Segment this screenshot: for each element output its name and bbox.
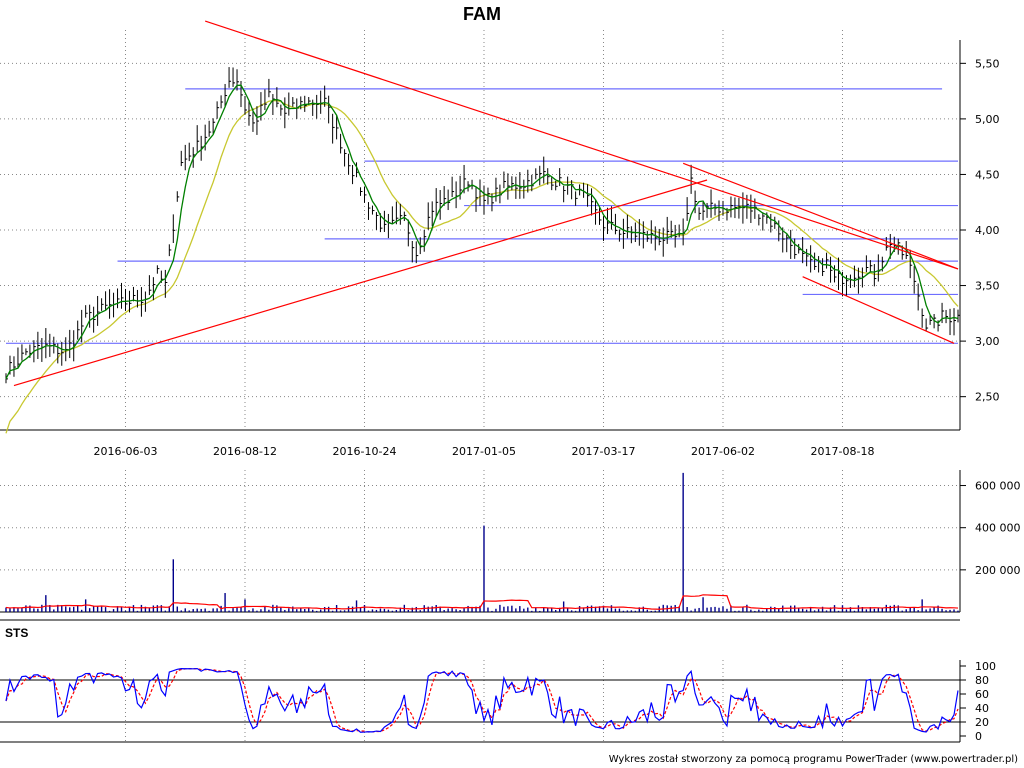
trend-line (802, 276, 955, 344)
volume-tick-label: 400 000 (975, 522, 1021, 535)
stochastic-d-line (5, 668, 959, 733)
osc-tick-label: 80 (975, 674, 989, 687)
x-tick-label: 2017-06-02 (691, 445, 755, 458)
price-panel: 2016-06-03 2016-08-12 2016-10-24 2017-01-05… (0, 20, 1000, 742)
y-tick-label: 2,50 (975, 391, 1000, 404)
volume-tick-label: 200 000 (975, 564, 1021, 577)
volume-average (5, 594, 959, 610)
moving-average-short (5, 84, 959, 380)
x-tick-label: 2017-01-05 (452, 445, 516, 458)
volume-panel: 600 000 400 000 200 000 (0, 470, 1021, 621)
osc-tick-label: 100 (975, 660, 996, 673)
x-tick-label: 2016-10-24 (333, 445, 397, 458)
y-tick-label: 3,00 (975, 335, 1000, 348)
trend-line (204, 20, 959, 270)
trend-line (682, 162, 959, 270)
y-tick-label: 5,00 (975, 113, 1000, 126)
volume-tick-label: 600 000 (975, 480, 1021, 493)
osc-tick-label: 60 (975, 688, 989, 701)
x-tick-label: 2017-08-18 (811, 445, 875, 458)
osc-tick-label: 40 (975, 702, 989, 715)
y-tick-label: 4,00 (975, 224, 1000, 237)
x-tick-label: 2017-03-17 (572, 445, 636, 458)
y-tick-label: 4,50 (975, 168, 1000, 181)
chart-title: FAM (463, 4, 501, 24)
x-tick-label: 2016-08-12 (213, 445, 277, 458)
y-tick-label: 5,50 (975, 57, 1000, 70)
x-tick-label: 2016-06-03 (94, 445, 158, 458)
footer-credit: Wykres został stworzony za pomocą progra… (609, 754, 1018, 765)
y-tick-label: 3,50 (975, 280, 1000, 293)
osc-tick-label: 0 (975, 730, 982, 743)
chart-canvas: FAM 2016-06-03 2016-08-12 2016-10-24 2017-0… (0, 4, 1021, 765)
stochastic-k-line (5, 667, 959, 733)
oscillator-panel: 100806040200 (0, 660, 996, 743)
osc-tick-label: 20 (975, 716, 989, 729)
oscillator-label: STS (5, 626, 28, 640)
